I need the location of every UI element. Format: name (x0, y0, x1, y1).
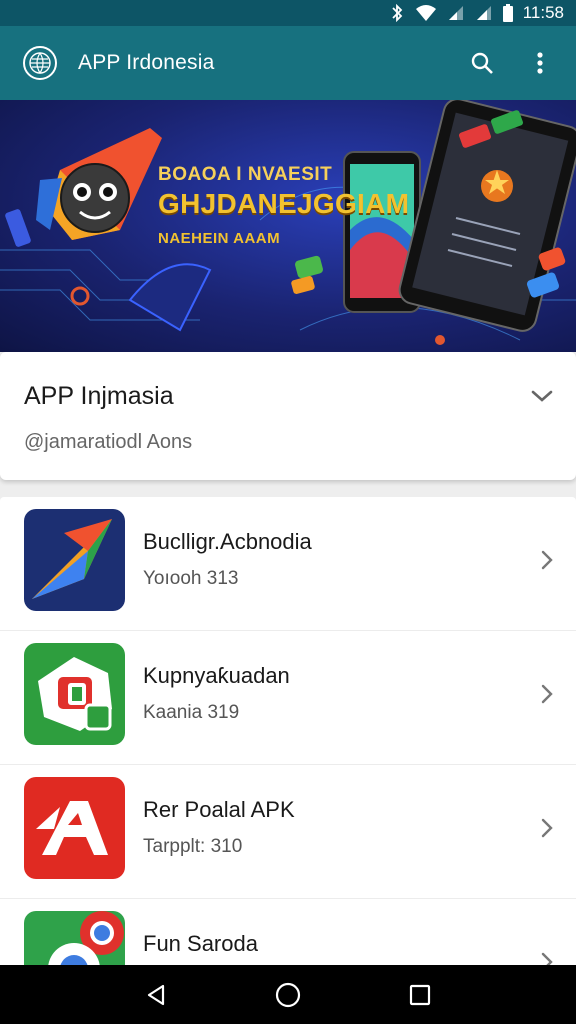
list-item[interactable]: Fun Saroda (0, 899, 576, 965)
card-title: APP Injmasia (24, 382, 174, 410)
hero-title: BOAOA I NVAESIT (158, 164, 333, 185)
chevron-right-icon[interactable] (536, 681, 558, 707)
signal-icon (447, 4, 465, 22)
chevron-down-icon[interactable] (528, 382, 556, 410)
app-meta: Kaania 319 (143, 702, 240, 723)
card-subtitle: @jamaratiodl Aons (24, 431, 193, 453)
hero-subtitle: NAEHEIN AAAM (158, 230, 281, 247)
green-app-logo-icon (24, 643, 125, 745)
system-nav-bar (0, 965, 576, 1024)
signal-icon (475, 4, 493, 22)
chrome-logo-icon (24, 911, 125, 965)
hero-headline: GHJDANEJGGIAM (158, 188, 410, 219)
status-bar: 11:58 (0, 0, 576, 26)
app-name: Fun Saroda (143, 931, 258, 956)
back-icon[interactable] (136, 975, 176, 1015)
category-card[interactable]: APP Injmasia @jamaratiodl Aons (0, 352, 576, 480)
app-title: APP Irdonesia (78, 51, 215, 74)
app-name: Buclligr.Acbnodia (143, 529, 312, 554)
red-a-logo-icon (24, 777, 125, 879)
list-item[interactable]: Kupnyaƙuadan Kaania 319 (0, 631, 576, 765)
app-meta: Tarpplt: 310 (143, 836, 243, 857)
hero-banner[interactable]: BOAOA I NVAESIT GHJDANEJGGIAM NAEHEIN AA… (0, 100, 576, 352)
app-meta: Yoıooh 313 (143, 568, 239, 589)
globe-icon (23, 46, 57, 80)
wifi-icon (415, 4, 437, 22)
app-name: Rer Poalal APK (143, 797, 295, 822)
battery-icon (502, 4, 513, 22)
more-vert-icon[interactable] (524, 47, 556, 79)
chevron-right-icon[interactable] (536, 949, 558, 965)
list-item[interactable]: Buclligr.Acbnodia Yoıooh 313 (0, 497, 576, 631)
app-bar: APP Irdonesia (0, 26, 576, 100)
chevron-right-icon[interactable] (536, 815, 558, 841)
status-time: 11:58 (522, 3, 564, 22)
home-icon[interactable] (268, 975, 308, 1015)
bluetooth-icon (389, 4, 405, 22)
app-list: Buclligr.Acbnodia Yoıooh 313 Kupnyaƙuada… (0, 497, 576, 965)
chevron-right-icon[interactable] (536, 547, 558, 573)
hero-illustration (0, 100, 576, 345)
search-icon[interactable] (466, 47, 498, 79)
recents-icon[interactable] (400, 975, 440, 1015)
list-item[interactable]: Rer Poalal APK Tarpplt: 310 (0, 765, 576, 899)
paper-plane-logo-icon (24, 509, 125, 611)
app-name: Kupnyaƙuadan (143, 663, 290, 688)
